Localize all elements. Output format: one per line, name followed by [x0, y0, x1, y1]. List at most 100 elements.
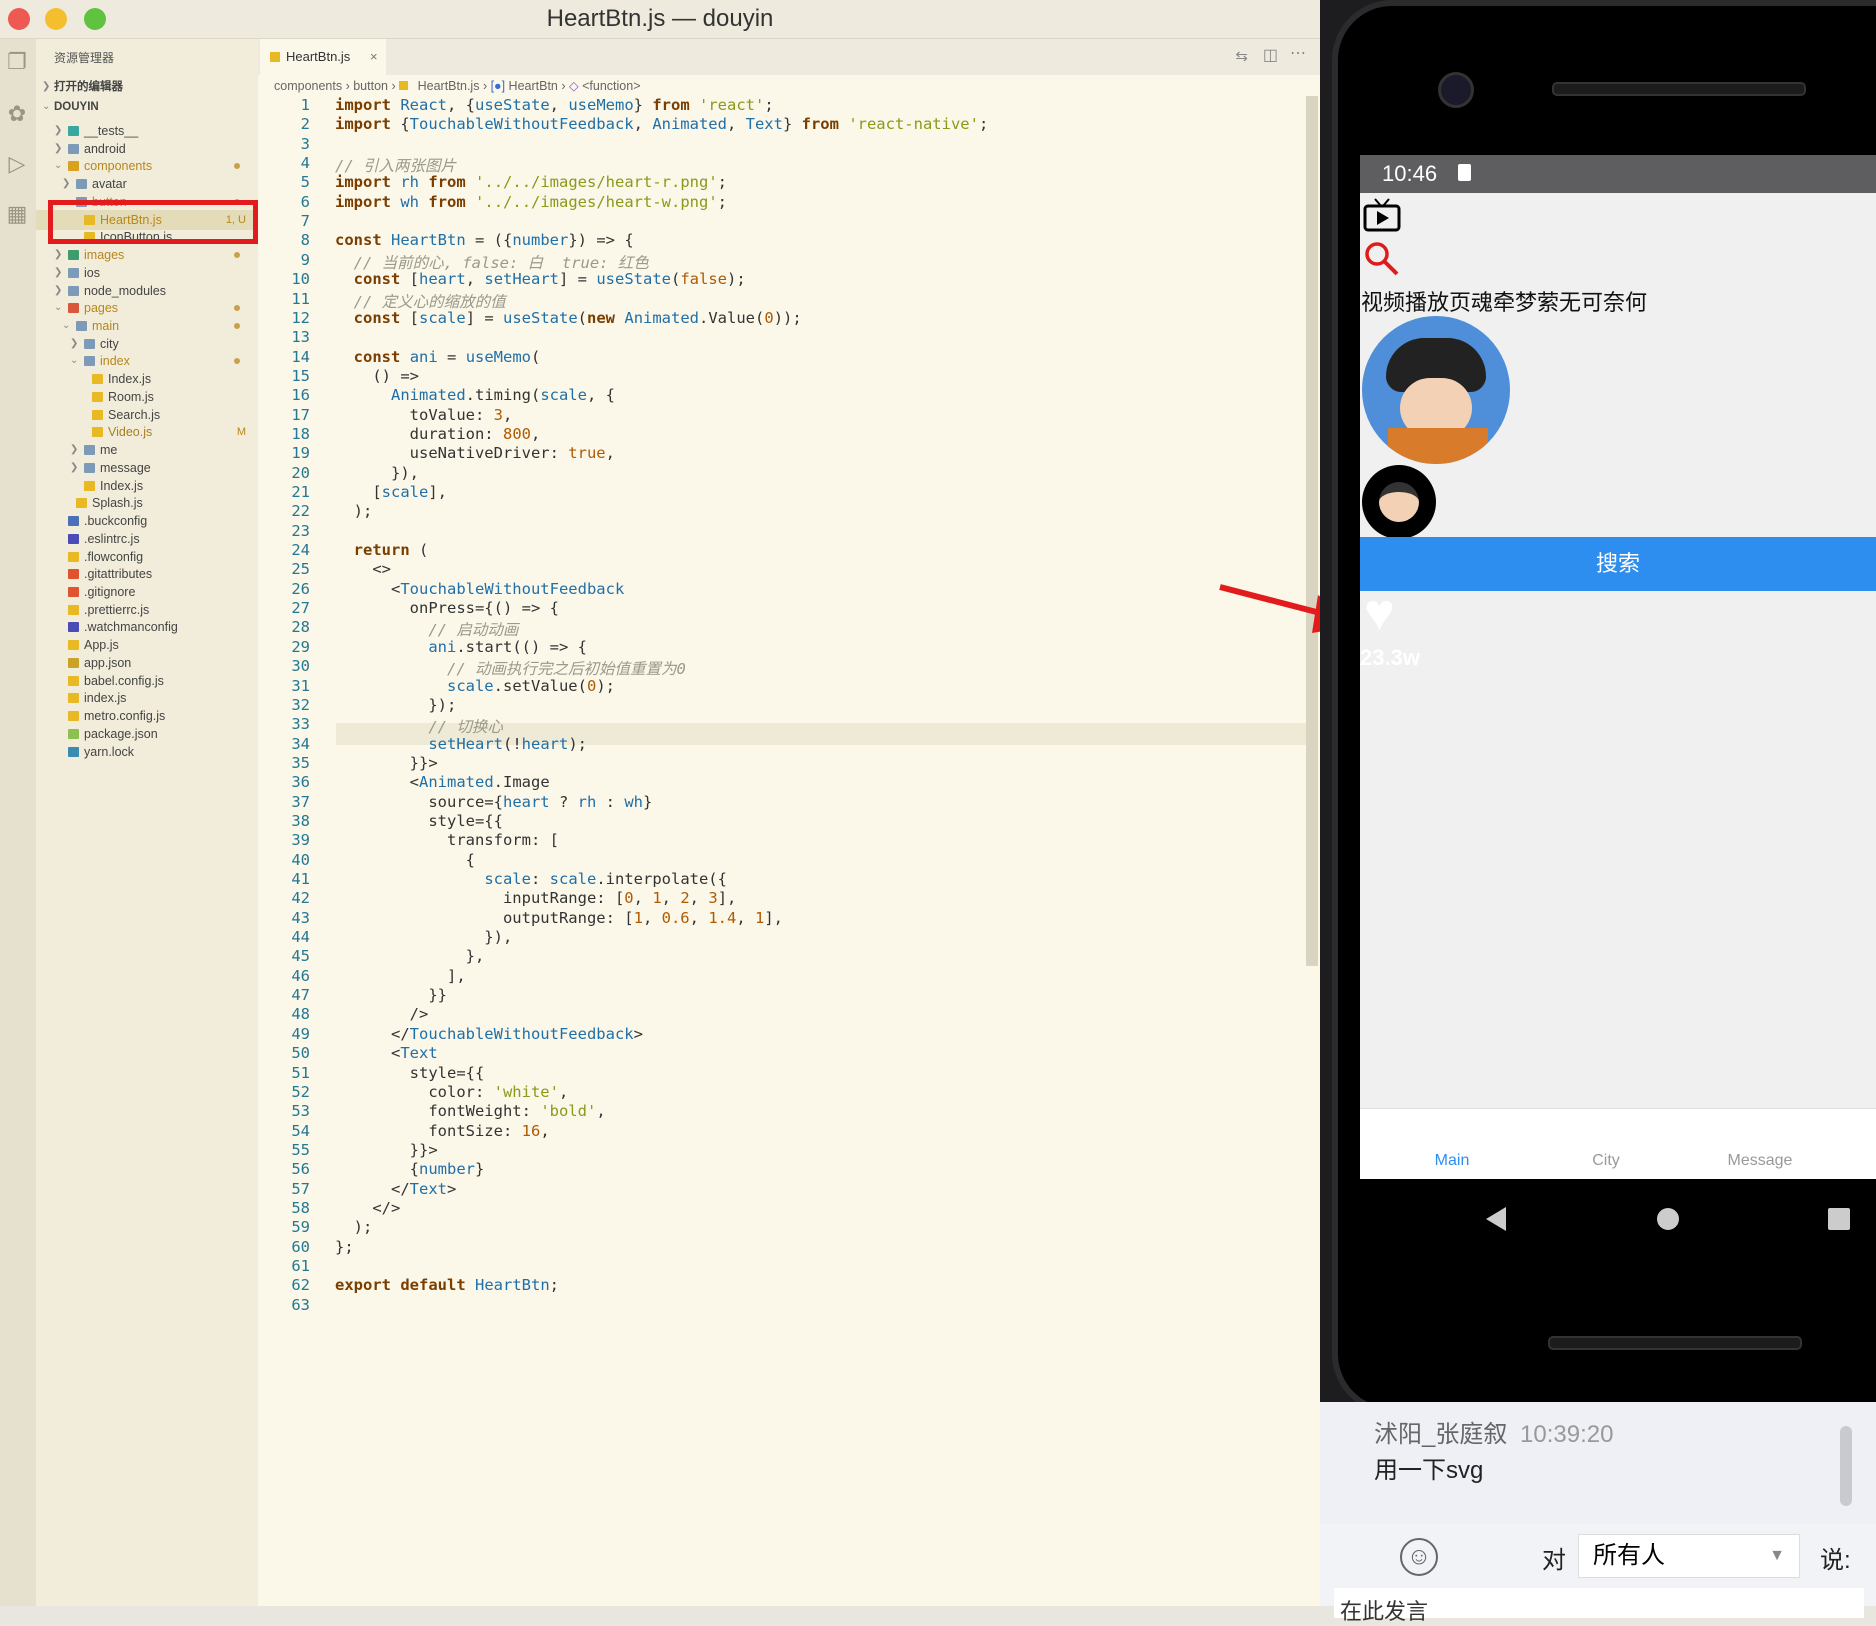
line-number: 19: [291, 444, 310, 463]
code-line[interactable]: import rh from '../../images/heart-r.png…: [335, 173, 727, 191]
code-line[interactable]: return (: [335, 541, 429, 559]
modified-dot: [234, 323, 240, 330]
code-line[interactable]: ani.start(() => {: [335, 638, 587, 656]
heart-icon[interactable]: ♥: [1364, 587, 1395, 639]
code-line[interactable]: <Text: [335, 1044, 438, 1062]
code-line[interactable]: Animated.timing(scale, {: [335, 386, 615, 404]
breadcrumb-item[interactable]: HeartBtn.js: [418, 79, 480, 93]
split-editor-icon[interactable]: ◫: [1263, 45, 1278, 65]
code-line[interactable]: <TouchableWithoutFeedback: [335, 580, 624, 598]
code-line[interactable]: <>: [335, 560, 391, 578]
line-number: 34: [291, 734, 310, 753]
tv-icon[interactable]: [1362, 197, 1404, 233]
code-line[interactable]: />: [335, 1005, 429, 1023]
code-line[interactable]: fontSize: 16,: [335, 1122, 549, 1140]
line-number: 62: [291, 1276, 310, 1295]
code-line[interactable]: import {TouchableWithoutFeedback, Animat…: [335, 115, 988, 133]
close-tab-icon[interactable]: ×: [370, 39, 378, 75]
code-line[interactable]: const ani = useMemo(: [335, 348, 541, 366]
code-line[interactable]: };: [335, 1238, 354, 1256]
code-line[interactable]: },: [335, 947, 485, 965]
tab-city[interactable]: City: [1556, 1152, 1656, 1170]
code-line[interactable]: }}: [335, 986, 447, 1004]
code-line[interactable]: toValue: 3,: [335, 406, 513, 424]
breadcrumb-item[interactable]: components: [274, 79, 342, 93]
search-icon[interactable]: [1364, 241, 1400, 277]
line-number: 54: [291, 1121, 310, 1140]
recipient-select[interactable]: 所有人 ▼: [1578, 1534, 1800, 1578]
modified-dot: [234, 305, 240, 312]
code-line[interactable]: scale.setValue(0);: [335, 677, 615, 695]
breadcrumb-item[interactable]: <function>: [582, 79, 640, 93]
code-line[interactable]: () =>: [335, 367, 419, 385]
source-control-icon[interactable]: ✿: [4, 101, 30, 127]
code-line[interactable]: inputRange: [0, 1, 2, 3],: [335, 889, 736, 907]
recents-icon[interactable]: [1827, 1207, 1851, 1231]
more-actions-icon[interactable]: ⋯: [1290, 43, 1306, 63]
back-icon[interactable]: [1484, 1205, 1508, 1233]
breadcrumb-item[interactable]: button: [353, 79, 388, 93]
message-input[interactable]: 在此发言: [1334, 1588, 1864, 1624]
code-line[interactable]: export default HeartBtn;: [335, 1276, 559, 1294]
file-icon: [68, 640, 79, 651]
code-line[interactable]: const [heart, setHeart] = useState(false…: [335, 270, 746, 288]
extensions-icon[interactable]: ▦: [4, 201, 30, 227]
code-line[interactable]: });: [335, 696, 456, 714]
line-number: 9: [300, 250, 310, 269]
code-line[interactable]: }}>: [335, 754, 438, 772]
code-line[interactable]: source={heart ? rh : wh}: [335, 793, 652, 811]
code-line[interactable]: style={{: [335, 1064, 485, 1082]
code-line[interactable]: }),: [335, 464, 419, 482]
tab-main[interactable]: Main: [1402, 1152, 1502, 1170]
avatar-large[interactable]: [1362, 316, 1510, 464]
code-line[interactable]: );: [335, 502, 373, 520]
avatar-small[interactable]: [1362, 465, 1436, 539]
code-line[interactable]: style={{: [335, 812, 503, 830]
code-line[interactable]: ],: [335, 967, 466, 985]
code-line[interactable]: {: [335, 851, 475, 869]
explorer-icon[interactable]: ❐: [4, 49, 30, 75]
code-line[interactable]: const HeartBtn = ({number}) => {: [335, 231, 634, 249]
compare-changes-icon[interactable]: ⇆: [1235, 47, 1248, 65]
code-line[interactable]: outputRange: [1, 0.6, 1.4, 1],: [335, 909, 783, 927]
code-line[interactable]: [scale],: [335, 483, 447, 501]
code-line[interactable]: setHeart(!heart);: [335, 735, 587, 753]
breadcrumb-item[interactable]: HeartBtn: [509, 79, 558, 93]
emoji-icon[interactable]: ☺: [1400, 1538, 1438, 1576]
code-line[interactable]: const [scale] = useState(new Animated.Va…: [335, 309, 802, 327]
line-number: 10: [291, 270, 310, 289]
code-line[interactable]: useNativeDriver: true,: [335, 444, 615, 462]
code-line[interactable]: color: 'white',: [335, 1083, 568, 1101]
code-line[interactable]: }}>: [335, 1141, 438, 1159]
code-line[interactable]: transform: [: [335, 831, 559, 849]
code-line[interactable]: );: [335, 1218, 373, 1236]
tab-heartbtn[interactable]: HeartBtn.js ×: [260, 39, 386, 75]
js-file-icon: [399, 81, 409, 90]
folder-icon: [68, 303, 79, 314]
tab-message[interactable]: Message: [1710, 1152, 1810, 1170]
home-icon[interactable]: [1656, 1207, 1680, 1231]
code-line[interactable]: import wh from '../../images/heart-w.png…: [335, 193, 727, 211]
code-line[interactable]: </TouchableWithoutFeedback>: [335, 1025, 643, 1043]
chevron-down-icon: ⌄: [42, 101, 51, 112]
editor-scrollbar[interactable]: [1306, 96, 1318, 966]
code-line[interactable]: fontWeight: 'bold',: [335, 1102, 605, 1120]
tree-item[interactable]: yarn.lock: [36, 742, 258, 762]
code-line[interactable]: </Text>: [335, 1180, 456, 1198]
code-line[interactable]: duration: 800,: [335, 425, 541, 443]
code-line[interactable]: onPress={() => {: [335, 599, 559, 617]
code-line[interactable]: import React, {useState, useMemo} from '…: [335, 96, 774, 114]
run-debug-icon[interactable]: ▷: [4, 151, 30, 177]
project-section[interactable]: ⌄ DOUYIN: [36, 97, 258, 117]
code-line[interactable]: {number}: [335, 1160, 485, 1178]
search-button[interactable]: 搜索: [1360, 537, 1876, 591]
chevron-right-icon: ›: [482, 79, 491, 93]
code-line[interactable]: scale: scale.interpolate({: [335, 870, 727, 888]
window-title: HeartBtn.js — douyin: [546, 5, 774, 32]
line-number: 8: [300, 231, 310, 250]
code-line[interactable]: <Animated.Image: [335, 773, 550, 791]
code-line[interactable]: </>: [335, 1199, 400, 1217]
chat-scrollbar[interactable]: [1840, 1426, 1852, 1506]
open-editors-section[interactable]: ❯ 打开的编辑器: [36, 77, 258, 97]
code-line[interactable]: }),: [335, 928, 512, 946]
